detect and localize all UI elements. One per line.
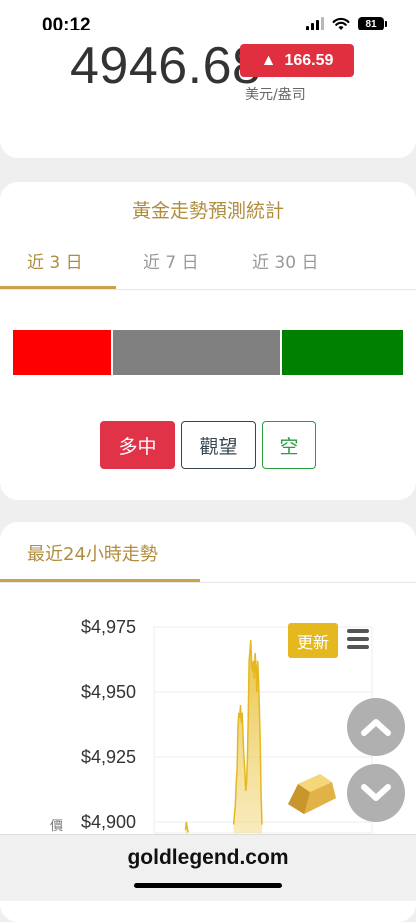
home-indicator[interactable] [134, 883, 282, 888]
y-axis-title-fragment: 價 [50, 819, 64, 834]
site-domain[interactable]: goldlegend.com [0, 846, 416, 870]
refresh-button[interactable]: 更新 [288, 623, 338, 658]
gold-bar-icon[interactable] [284, 770, 340, 818]
scroll-down-button[interactable] [347, 764, 405, 822]
chevron-up-icon [361, 719, 391, 736]
chevron-down-icon [361, 784, 391, 801]
scroll-up-button[interactable] [347, 698, 405, 756]
chart-menu-icon[interactable] [347, 629, 369, 649]
price-chart [153, 626, 373, 834]
